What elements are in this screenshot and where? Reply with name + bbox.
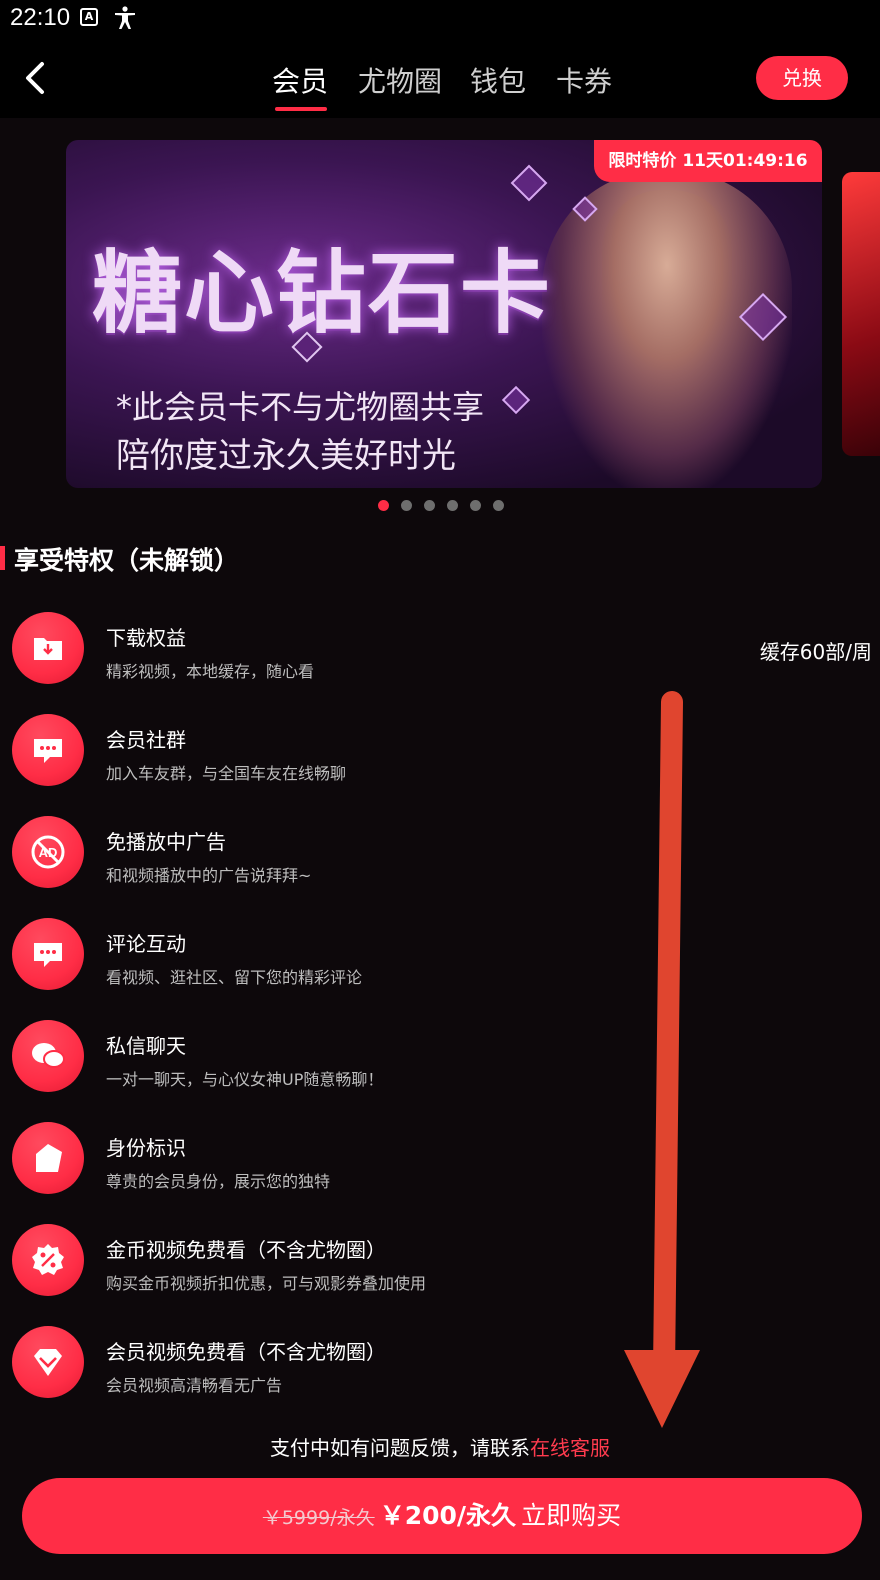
privilege-title: 评论互动: [106, 932, 186, 956]
section-accent-bar: [0, 546, 5, 570]
privilege-item-coin-videos: 金币视频免费看（不含尤物圈） 购买金币视频折扣优惠，可与观影券叠加使用: [12, 1224, 872, 1304]
privilege-desc: 加入车友群，与全国车友在线畅聊: [106, 764, 347, 783]
payment-help: 支付中如有问题反馈，请联系在线客服: [0, 1432, 880, 1461]
tab-coupons[interactable]: 卡券: [556, 60, 612, 100]
promo-countdown-badge: 限时特价 11天01:49:16: [594, 140, 822, 182]
customer-service-link[interactable]: 在线客服: [530, 1436, 610, 1460]
status-time: 22:10: [10, 4, 71, 31]
no-ad-icon: AD: [12, 816, 84, 888]
carousel-dot[interactable]: [424, 500, 435, 511]
privilege-title: 私信聊天: [106, 1034, 186, 1058]
carousel-dot[interactable]: [401, 500, 412, 511]
top-nav: 会员 尤物圈 钱包 卡券 兑换: [0, 38, 880, 118]
discount-icon: [12, 1224, 84, 1296]
diamond-icon: [12, 1326, 84, 1398]
payment-help-text: 支付中如有问题反馈，请联系: [270, 1436, 530, 1460]
status-bar: 22:10 A: [0, 0, 880, 38]
banner-card[interactable]: 糖心钻石卡 *此会员卡不与尤物圈共享 陪你度过永久美好时光: [66, 140, 822, 488]
active-tab-indicator: [275, 107, 327, 111]
buy-now-label: 立即购买: [521, 1501, 622, 1530]
comment-icon: [12, 918, 84, 990]
carousel-dot[interactable]: [447, 500, 458, 511]
privilege-desc: 尊贵的会员身份，展示您的独特: [106, 1172, 331, 1191]
sparkle-icon: [501, 385, 531, 415]
privilege-desc: 和视频播放中的广告说拜拜~: [106, 866, 312, 885]
privilege-item-member-videos: 会员视频免费看（不含尤物圈） 会员视频高清畅看无广告: [12, 1326, 872, 1406]
carousel-dot[interactable]: [470, 500, 481, 511]
back-arrow-icon[interactable]: [16, 56, 56, 100]
carousel-dot[interactable]: [378, 500, 389, 511]
tab-membership[interactable]: 会员: [272, 60, 328, 100]
privilege-desc: 购买金币视频折扣优惠，可与观影券叠加使用: [106, 1274, 427, 1293]
accessibility-icon: [115, 6, 135, 29]
carousel-dot[interactable]: [493, 500, 504, 511]
privilege-title: 金币视频免费看（不含尤物圈）: [106, 1238, 386, 1262]
badge-icon: [12, 1122, 84, 1194]
privilege-item-private-chat: 私信聊天 一对一聊天，与心仪女神UP随意畅聊！: [12, 1020, 872, 1100]
privilege-title: 身份标识: [106, 1136, 186, 1160]
banner-subtitle-2: 陪你度过永久美好时光: [116, 436, 456, 476]
scroll-down-arrow-annotation: [624, 691, 700, 1428]
privilege-item-comments: 评论互动 看视频、逛社区、留下您的精彩评论: [12, 918, 872, 998]
privilege-desc: 会员视频高清畅看无广告: [106, 1376, 283, 1395]
sparkle-icon: [510, 164, 548, 202]
privilege-quota: 缓存60部/周: [759, 640, 872, 664]
banner-subtitle-1: *此会员卡不与尤物圈共享: [116, 388, 485, 426]
privilege-desc: 精彩视频，本地缓存，随心看: [106, 662, 315, 681]
privilege-item-download: 下载权益 精彩视频，本地缓存，随心看 缓存60部/周: [12, 612, 872, 692]
download-folder-icon: [12, 612, 84, 684]
buy-now-button[interactable]: ￥5999/永久 ￥200/永久 立即购买: [22, 1478, 862, 1554]
chat-bubble-icon: [12, 714, 84, 786]
privilege-item-community: 会员社群 加入车友群，与全国车友在线畅聊: [12, 714, 872, 794]
privilege-item-no-ads: AD 免播放中广告 和视频播放中的广告说拜拜~: [12, 816, 872, 896]
privilege-desc: 一对一聊天，与心仪女神UP随意畅聊！: [106, 1070, 384, 1089]
privilege-item-identity: 身份标识 尊贵的会员身份，展示您的独特: [12, 1122, 872, 1202]
svg-text:AD: AD: [39, 845, 58, 860]
tab-youwuquan[interactable]: 尤物圈: [358, 60, 442, 100]
keyboard-a-icon: A: [80, 8, 98, 26]
section-title: 享受特权（未解锁）: [14, 546, 240, 575]
privilege-title: 会员视频免费看（不含尤物圈）: [106, 1340, 386, 1364]
messages-icon: [12, 1020, 84, 1092]
privilege-title: 会员社群: [106, 728, 186, 752]
banner-title: 糖心钻石卡: [92, 240, 552, 346]
tab-wallet[interactable]: 钱包: [470, 60, 526, 100]
privilege-title: 下载权益: [106, 626, 186, 650]
redeem-button[interactable]: 兑换: [756, 56, 848, 100]
privilege-desc: 看视频、逛社区、留下您的精彩评论: [106, 968, 363, 987]
sale-price: ￥200/永久: [379, 1501, 517, 1530]
original-price: ￥5999/永久: [262, 1507, 375, 1529]
privilege-title: 免播放中广告: [106, 830, 226, 854]
next-banner-peek[interactable]: [842, 172, 880, 456]
